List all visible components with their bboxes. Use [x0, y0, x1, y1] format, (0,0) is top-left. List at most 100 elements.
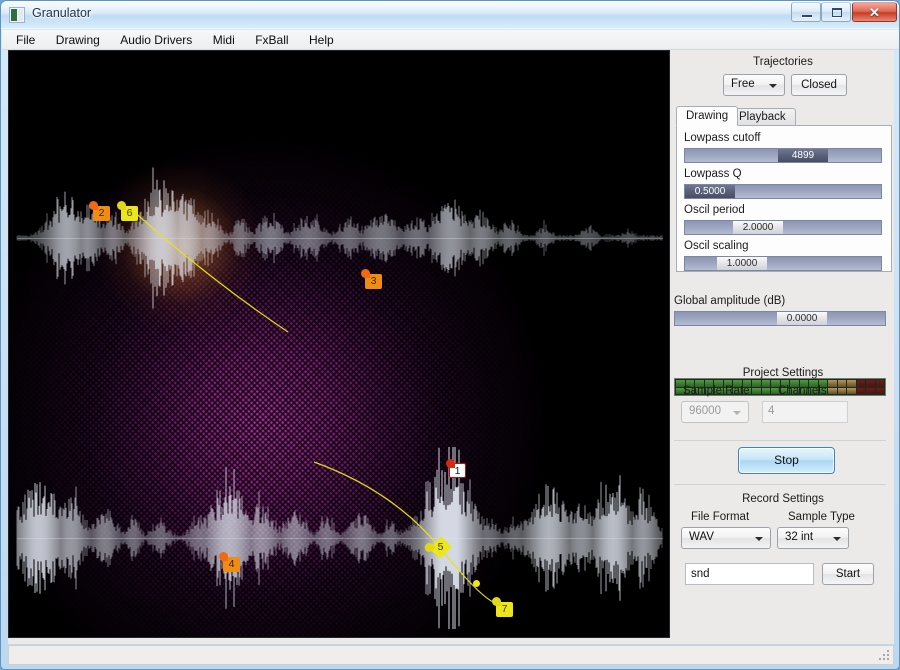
global-amplitude-thumb[interactable]: 0.0000: [777, 312, 827, 325]
channels-field[interactable]: 4: [762, 401, 848, 423]
file-format-select[interactable]: WAV: [681, 527, 771, 549]
sample-rate-label: Sample Rate: [683, 385, 750, 397]
application-window: Granulator ✕ File Drawing Audio Drivers …: [0, 0, 900, 670]
tab-drawing[interactable]: Drawing: [676, 106, 739, 126]
marker-label: 2: [98, 207, 105, 219]
maximize-icon: [832, 8, 842, 17]
meter-segment: [856, 380, 865, 387]
client-area: 1 2 3 4 5 6 7 Trajectories Free Closed Drawing…: [8, 50, 894, 644]
trajectory-mode-select[interactable]: Free: [723, 74, 785, 96]
global-amplitude-label: Global amplitude (dB): [674, 295, 786, 307]
meter-segment: [866, 380, 875, 387]
sample-rate-value: 96000: [689, 405, 721, 417]
meter-segment: [856, 387, 865, 394]
marker-handle-icon: [446, 459, 455, 468]
meter-segment: [752, 387, 761, 394]
project-settings-title: Project Settings: [742, 367, 824, 379]
meter-segment: [875, 380, 884, 387]
close-button[interactable]: ✕: [852, 2, 897, 22]
trajectory-marker-1[interactable]: 1: [446, 459, 466, 478]
drawing-tab-page: Lowpass cutoff 4899 Lowpass Q 0.5000 Oscil p…: [676, 125, 892, 272]
meter-segment: [875, 387, 884, 394]
record-settings-title: Record Settings: [742, 493, 824, 505]
meter-segment: [828, 387, 837, 394]
stop-button[interactable]: Stop: [738, 447, 835, 474]
global-amplitude-slider[interactable]: 0.0000: [674, 311, 886, 326]
trajectory-mode-value: Free: [731, 78, 755, 90]
file-format-value: WAV: [689, 531, 714, 543]
menu-item-help[interactable]: Help: [301, 30, 342, 50]
trajectory-line-6: [130, 208, 289, 333]
trajectory-control-point[interactable]: [473, 580, 480, 587]
meter-segment: [847, 387, 856, 394]
param-label-3: Oscil scaling: [684, 240, 749, 252]
marker-label: 7: [501, 603, 508, 615]
param-slider-1[interactable]: 0.5000: [684, 184, 882, 199]
status-bar: [8, 645, 894, 665]
trajectory-marker-2[interactable]: 2: [89, 201, 110, 221]
menu-item-drawing[interactable]: Drawing: [48, 30, 108, 50]
closed-trajectory-button[interactable]: Closed: [791, 74, 847, 96]
app-icon: [9, 7, 25, 23]
divider: [674, 484, 886, 485]
chevron-down-icon: [769, 84, 777, 88]
control-panel: Trajectories Free Closed Drawing Playbac…: [672, 50, 894, 638]
marker-label: 1: [454, 465, 461, 477]
menu-bar: File Drawing Audio Drivers Midi FxBall H…: [2, 30, 899, 50]
meter-segment: [837, 380, 846, 387]
marker-label: 5: [437, 541, 444, 553]
waveform-canvas[interactable]: 1 2 3 4 5 6 7: [8, 50, 670, 638]
close-icon: ✕: [869, 5, 880, 20]
meter-segment: [752, 380, 761, 387]
marker-handle-icon: [492, 597, 501, 606]
param-thumb-0[interactable]: 4899: [778, 149, 828, 162]
window-title: Granulator: [32, 6, 92, 20]
title-bar-sheen: [1, 1, 899, 15]
param-thumb-1[interactable]: 0.5000: [685, 185, 735, 198]
sample-type-select[interactable]: 32 int: [777, 527, 849, 549]
chevron-down-icon: [833, 537, 841, 541]
trajectories-title: Trajectories: [753, 56, 813, 68]
param-label-0: Lowpass cutoff: [684, 132, 761, 144]
resize-grip[interactable]: [879, 650, 891, 662]
marker-handle-icon: [117, 201, 126, 210]
divider: [674, 440, 886, 441]
chevron-down-icon: [733, 411, 741, 415]
param-slider-2[interactable]: 2.0000: [684, 220, 882, 235]
meter-segment: [866, 387, 875, 394]
trajectory-marker-7[interactable]: 7: [492, 597, 513, 617]
minimize-icon: [802, 15, 812, 17]
maximize-button[interactable]: [821, 2, 851, 22]
menu-item-audio-drivers[interactable]: Audio Drivers: [112, 30, 200, 50]
param-thumb-3[interactable]: 1.0000: [717, 257, 767, 270]
param-slider-3[interactable]: 1.0000: [684, 256, 882, 271]
meter-segment: [761, 387, 770, 394]
trajectory-marker-6[interactable]: 6: [117, 201, 138, 221]
trajectory-marker-3[interactable]: 3: [361, 269, 382, 289]
trajectory-paths: [130, 208, 502, 605]
marker-label: 6: [126, 207, 133, 219]
param-thumb-2[interactable]: 2.0000: [733, 221, 783, 234]
trajectory-marker-4[interactable]: 4: [219, 552, 240, 572]
sample-rate-select[interactable]: 96000: [681, 401, 749, 423]
channels-label: Channels: [778, 385, 827, 397]
menu-item-fxball[interactable]: FxBall: [247, 30, 296, 50]
meter-segment: [761, 380, 770, 387]
marker-label: 4: [228, 558, 235, 570]
marker-label: 3: [370, 275, 377, 287]
param-slider-0[interactable]: 4899: [684, 148, 882, 163]
minimize-button[interactable]: [791, 2, 821, 22]
tab-playback[interactable]: Playback: [729, 108, 796, 126]
sample-type-label: Sample Type: [788, 511, 855, 523]
menu-item-file[interactable]: File: [8, 30, 43, 50]
menu-item-midi[interactable]: Midi: [205, 30, 243, 50]
record-filename-input[interactable]: [685, 563, 814, 585]
chevron-down-icon: [755, 537, 763, 541]
param-label-1: Lowpass Q: [684, 168, 742, 180]
meter-segment: [828, 380, 837, 387]
marker-handle-icon: [89, 201, 98, 210]
marker-handle-icon: [361, 269, 370, 278]
meter-segment: [847, 380, 856, 387]
title-bar: Granulator ✕: [1, 1, 899, 29]
start-record-button[interactable]: Start: [822, 563, 874, 585]
